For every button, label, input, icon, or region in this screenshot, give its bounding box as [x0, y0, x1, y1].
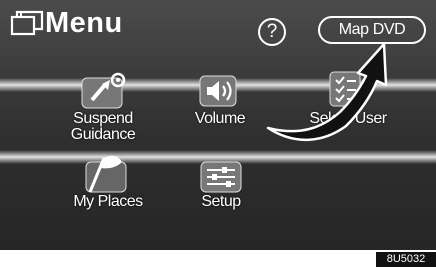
flag-pin-icon: [81, 72, 126, 109]
suspend-guidance-button[interactable]: Suspend Guidance: [58, 66, 148, 150]
select-user-button[interactable]: Select User: [298, 66, 398, 136]
suspend-guidance-label-line1: Suspend: [73, 110, 133, 127]
flag-icon: [85, 155, 127, 193]
help-button[interactable]: ?: [258, 18, 286, 46]
sliders-icon: [200, 161, 242, 193]
select-user-label: Select User: [309, 110, 387, 127]
navigation-menu-screen: Menu ? Map DVD Suspend Guidance Volume S…: [0, 0, 436, 250]
speaker-icon: [199, 75, 237, 107]
volume-label: Volume: [194, 110, 246, 127]
checklist-icon: [329, 71, 361, 107]
my-places-button[interactable]: My Places: [58, 148, 158, 218]
setup-button[interactable]: Setup: [186, 148, 256, 218]
setup-label: Setup: [201, 193, 241, 210]
page-title: Menu: [45, 7, 123, 39]
volume-button[interactable]: Volume: [180, 66, 260, 136]
menu-icon: [10, 10, 44, 36]
my-places-label: My Places: [73, 193, 143, 210]
figure-code-label: 8U5032: [376, 252, 436, 267]
suspend-guidance-label-line2: Guidance: [70, 126, 136, 143]
map-dvd-button[interactable]: Map DVD: [318, 16, 426, 44]
